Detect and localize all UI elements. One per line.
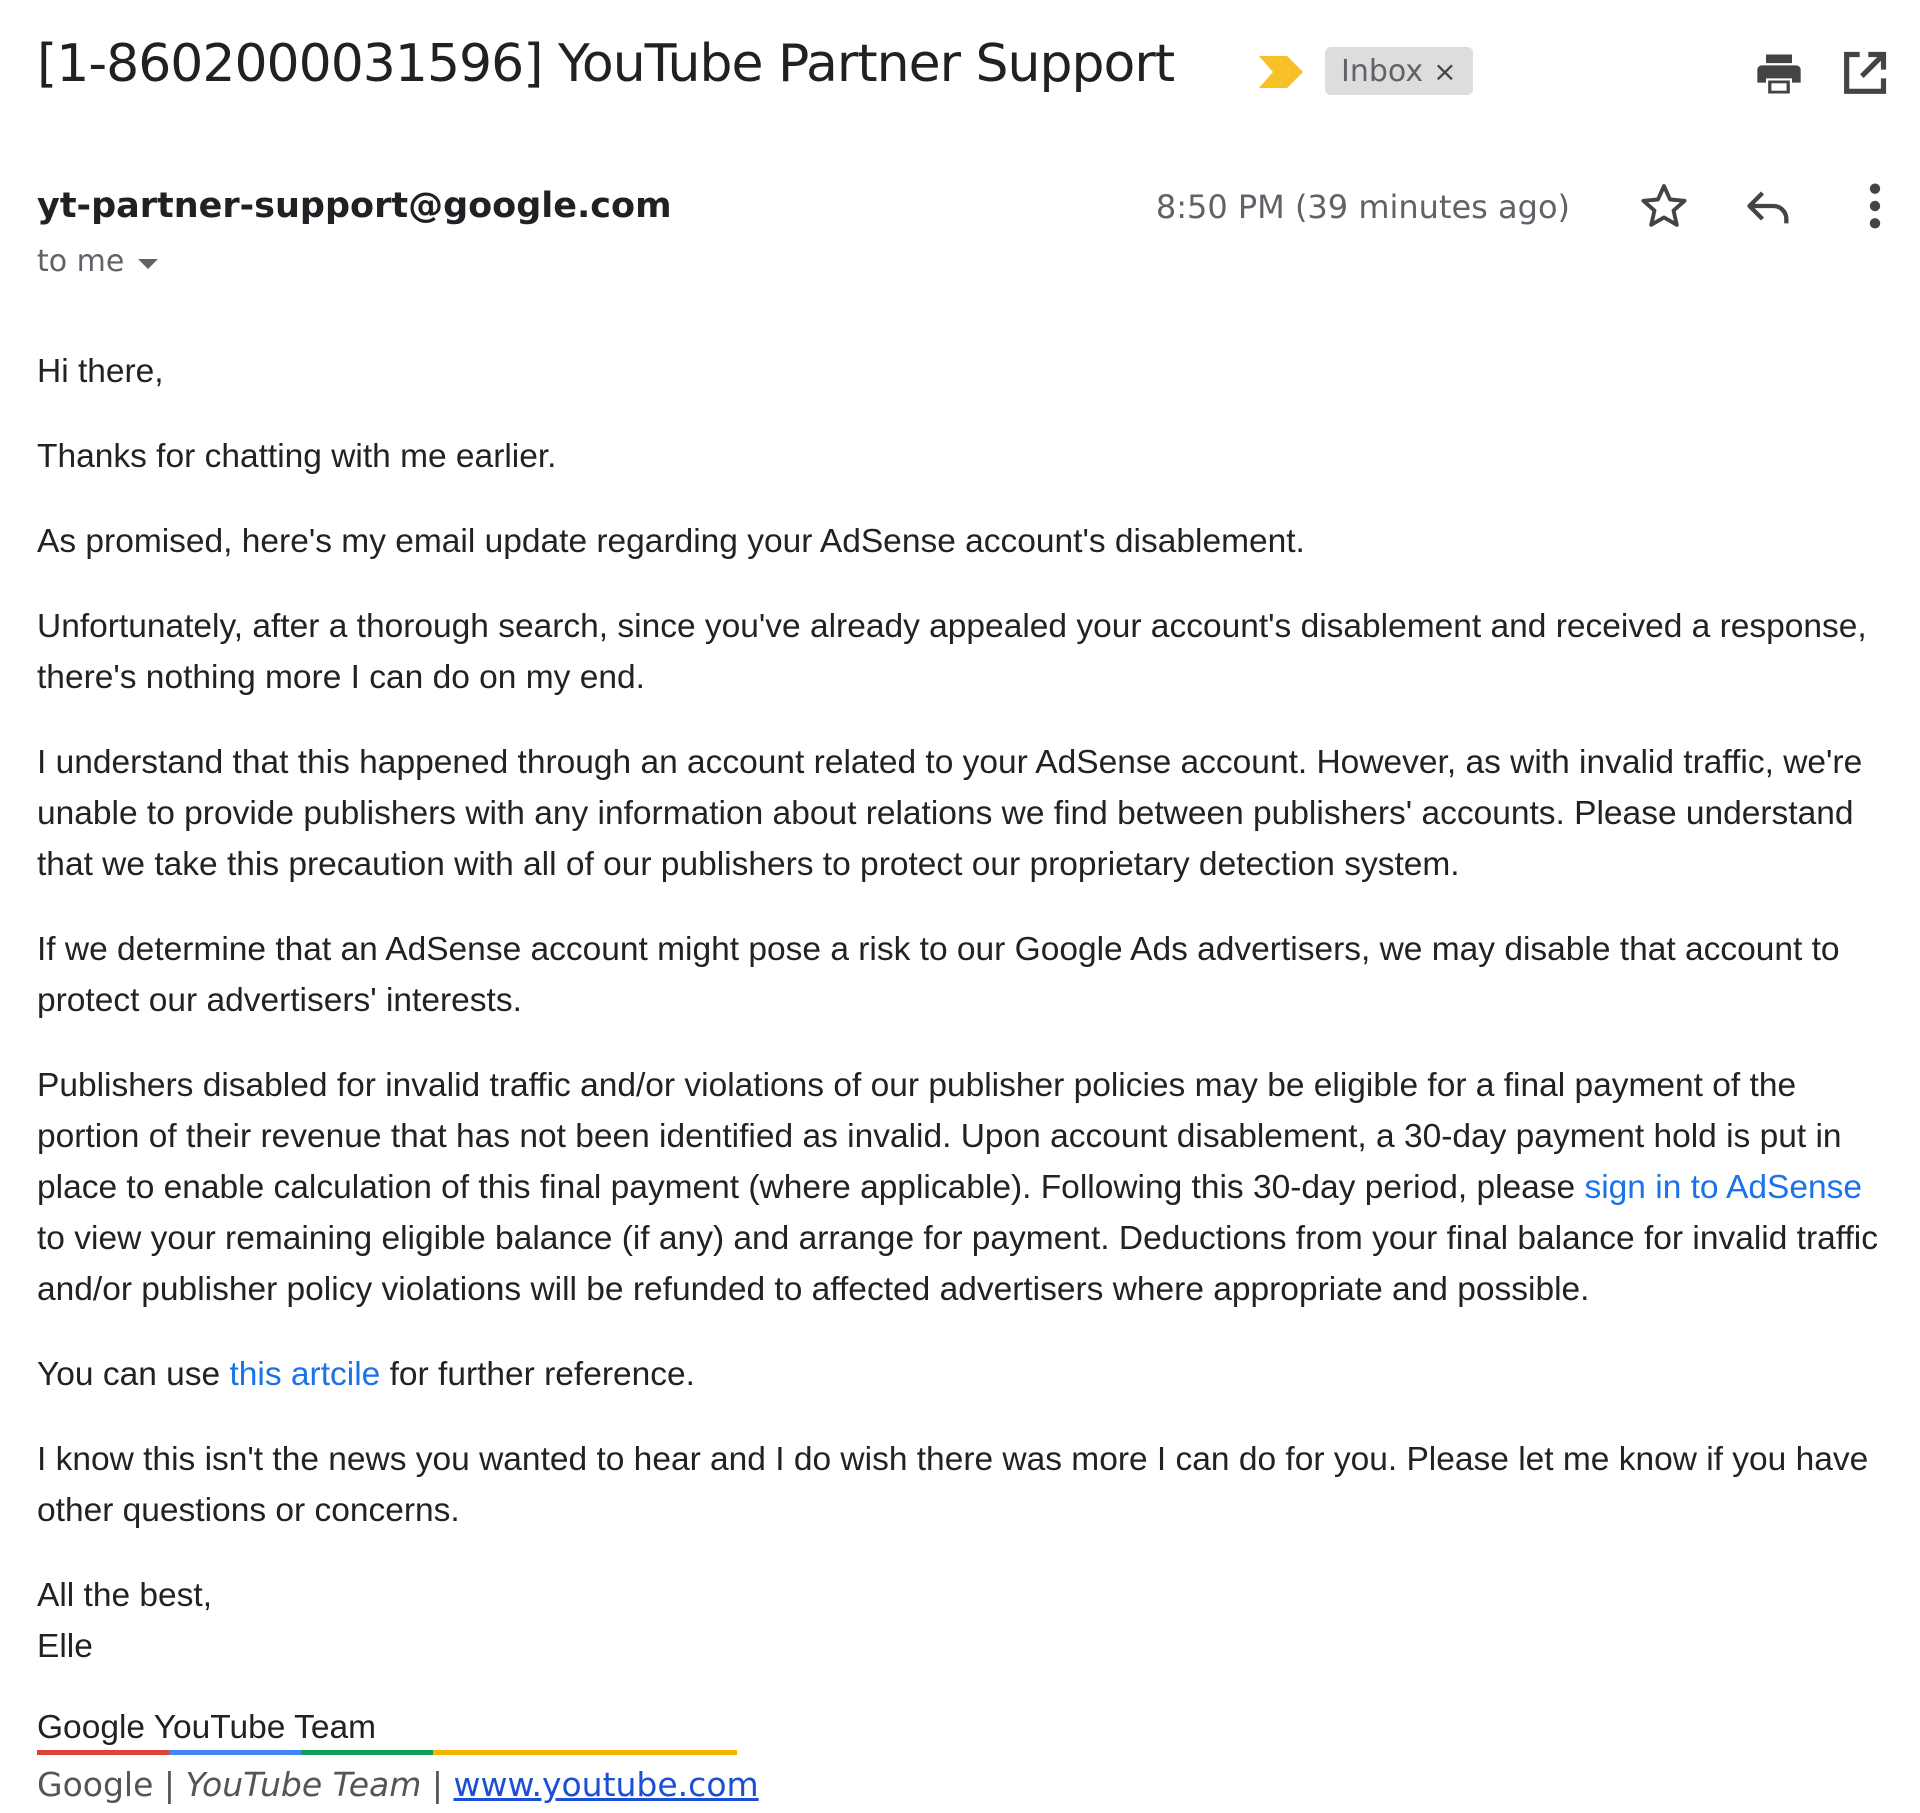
recipient-text: to me [37,244,125,279]
remove-label-icon[interactable]: × [1433,55,1456,88]
email-signature: Google YouTube Team Google | YouTube Tea… [37,1706,759,1804]
message-timestamp: 8:50 PM (39 minutes ago) [1155,188,1570,226]
reply-icon[interactable] [1743,180,1795,232]
signature-team-italic: YouTube Team [185,1765,422,1804]
sender-name: Elle [37,1628,93,1665]
paragraph: I know this isn't the news you wanted to… [37,1441,1869,1529]
star-icon[interactable] [1638,180,1690,232]
greeting: Hi there, [37,353,164,390]
print-icon[interactable] [1753,48,1805,100]
youtube-website-link[interactable]: www.youtube.com [454,1765,759,1804]
email-body: Hi there, Thanks for chatting with me ea… [37,346,1897,1706]
closing: All the best, [37,1577,213,1614]
paragraph-text: Publishers disabled for invalid traffic … [37,1067,1842,1206]
paragraph: As promised, here's my email update rega… [37,523,1305,560]
signature-company: Google [37,1765,154,1804]
signature-separator: | [431,1765,444,1804]
color-segment-blue [169,1750,301,1755]
signature-line: Google | YouTube Team | www.youtube.com [37,1765,759,1804]
paragraph: You can use this artcile for further ref… [37,1349,1897,1400]
importance-marker-icon[interactable] [1257,54,1305,90]
signature-separator: | [163,1765,175,1804]
paragraph: Unfortunately, after a thorough search, … [37,608,1867,696]
chevron-down-icon[interactable] [138,258,159,269]
recipient-toggle[interactable]: to me [37,244,159,279]
color-segment-yellow [433,1750,737,1755]
paragraph-text: for further reference. [380,1356,695,1393]
article-link[interactable]: this artcile [229,1356,380,1393]
sign-in-adsense-link[interactable]: sign in to AdSense [1584,1169,1862,1206]
signature-team: Google YouTube Team [37,1709,376,1746]
sender-email[interactable]: yt-partner-support@google.com [37,186,672,226]
email-subject: [1-8602000031596] YouTube Partner Suppor… [37,34,1175,94]
paragraph: Thanks for chatting with me earlier. [37,438,557,475]
paragraph-text: You can use [37,1356,230,1393]
open-in-new-window-icon[interactable] [1838,48,1890,100]
inbox-label-chip: Inbox × [1325,47,1473,95]
message-meta: yt-partner-support@google.com to me 8:50… [37,183,1890,286]
color-segment-red [37,1750,169,1755]
color-segment-green [301,1750,433,1755]
paragraph: If we determine that an AdSense account … [37,931,1840,1019]
inbox-label-text: Inbox [1341,53,1424,89]
email-header: [1-8602000031596] YouTube Partner Suppor… [37,30,1890,110]
paragraph: Publishers disabled for invalid traffic … [37,1060,1897,1315]
sign-off: All the best, Elle [37,1570,1897,1672]
paragraph: I understand that this happened through … [37,744,1863,883]
signature-color-bar [37,1750,737,1755]
paragraph-text: to view your remaining eligible balance … [37,1220,1878,1308]
more-options-icon[interactable] [1860,180,1890,232]
